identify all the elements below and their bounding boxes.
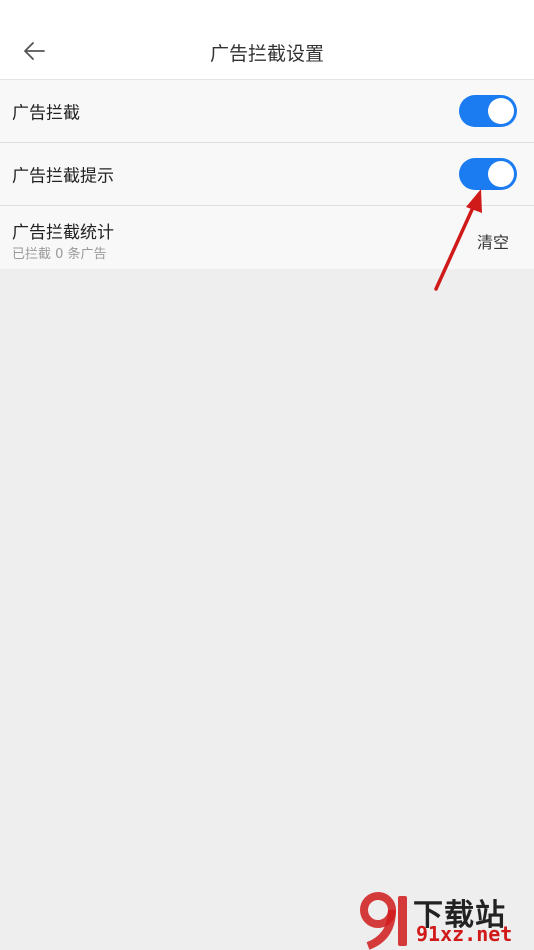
ad-block-label: 广告拦截 (12, 103, 80, 124)
ad-block-toggle[interactable] (459, 95, 517, 127)
annotation-arrow-icon (434, 189, 482, 291)
page-title: 广告拦截设置 (209, 43, 324, 65)
watermark: 下载站 91xz.net (358, 888, 534, 950)
setting-row-ad-block: 广告拦截 (0, 80, 534, 143)
toggle-knob (488, 98, 514, 124)
watermark-url: 91xz.net (416, 922, 513, 946)
ad-block-stats-count: 已拦截 0 条广告 (12, 247, 107, 262)
ad-block-stats-label: 广告拦截统计 (12, 223, 114, 243)
toggle-knob (488, 161, 514, 187)
top-bar: 广告拦截设置 (0, 0, 534, 80)
ad-block-tip-label: 广告拦截提示 (12, 166, 114, 187)
watermark-logo-icon (360, 892, 407, 950)
